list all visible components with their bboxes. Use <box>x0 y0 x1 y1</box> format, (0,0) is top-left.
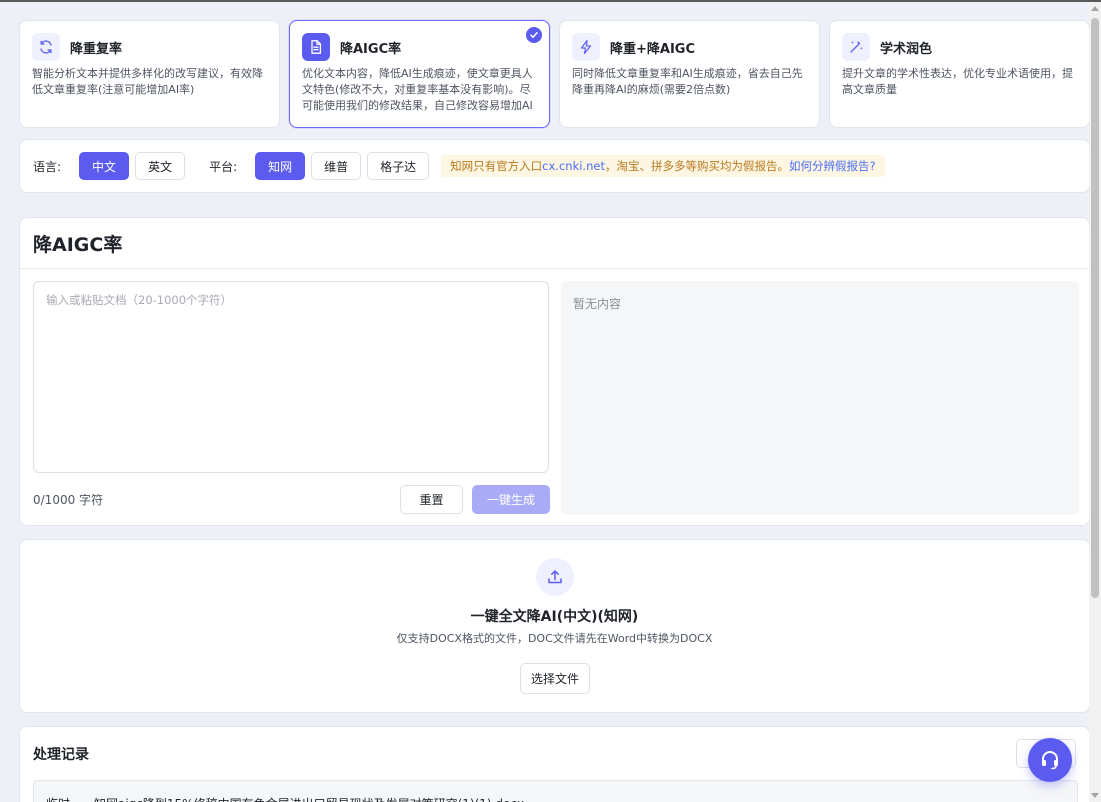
records-title: 处理记录 <box>33 747 89 763</box>
result-output: 暂无内容 <box>561 281 1079 515</box>
scrollbar-thumb[interactable] <box>1091 18 1099 598</box>
platform-option-vip[interactable]: 维普 <box>311 152 362 180</box>
page-scrollbar[interactable] <box>1089 2 1101 802</box>
scroll-up-icon[interactable] <box>1091 6 1099 11</box>
lightning-icon <box>572 33 600 61</box>
text-input[interactable]: 输入或粘贴文档（20-1000个字符） <box>33 281 549 473</box>
mode-card-desc: 同时降低文章重复率和AI生成痕迹，省去自己先降重再降AI的麻烦(需要2倍点数) <box>572 67 803 96</box>
notice-text-mid: ，淘宝、拼多多等购买均为假报告。 <box>604 159 789 173</box>
mode-card-academic-polish[interactable]: 学术润色 提升文章的学术性表达，优化专业术语使用，提高文章质量 <box>829 20 1090 128</box>
page-title: 降AIGC率 <box>20 218 1089 269</box>
selected-check-icon <box>526 27 542 43</box>
choose-file-button[interactable]: 选择文件 <box>520 663 590 694</box>
generate-button[interactable]: 一键生成 <box>472 485 550 514</box>
platform-label: 平台: <box>209 159 238 174</box>
language-option-chinese[interactable]: 中文 <box>79 152 130 180</box>
upload-panel: 一键全文降AI(中文)(知网) 仅支持DOCX格式的文件，DOC文件请先在Wor… <box>19 539 1090 713</box>
scroll-down-icon[interactable] <box>1091 793 1099 798</box>
upload-title: 一键全文降AI(中文)(知网) <box>470 609 639 625</box>
fake-report-help-link[interactable]: 如何分辨假报告? <box>789 158 876 174</box>
fake-report-notice: 知网只有官方入口 cx.cnki.net ，淘宝、拼多多等购买均为假报告。 如何… <box>441 155 885 177</box>
reset-button[interactable]: 重置 <box>400 485 463 514</box>
mode-card-reduce-duplication[interactable]: 降重复率 智能分析文本并提供多样化的改写建议，有效降低文章重复率(注意可能增加A… <box>19 20 280 128</box>
mode-card-title: 降重复率 <box>70 41 123 57</box>
mode-card-title: 降AIGC率 <box>340 41 402 57</box>
platform-option-cnki[interactable]: 知网 <box>255 152 306 180</box>
language-option-english[interactable]: 英文 <box>135 152 186 180</box>
char-counter: 0/1000 字符 <box>33 493 104 507</box>
refresh-icon <box>32 33 60 61</box>
record-item[interactable]: 临时——知网aigc降到15%修稿中国有色金属进出口贸易现状及发展对策研究(1)… <box>33 780 1078 802</box>
platform-option-gezida[interactable]: 格子达 <box>367 152 430 180</box>
mode-card-desc: 智能分析文本并提供多样化的改写建议，有效降低文章重复率(注意可能增加AI率) <box>32 67 263 96</box>
customer-support-button[interactable] <box>1028 738 1072 782</box>
mode-card-title: 学术润色 <box>880 41 933 57</box>
mode-cards: 降重复率 智能分析文本并提供多样化的改写建议，有效降低文章重复率(注意可能增加A… <box>19 20 1090 128</box>
mode-card-desc: 优化文本内容，降低AI生成痕迹，使文章更具人文特色(修改不大，对重复率基本没有影… <box>302 67 533 112</box>
magic-wand-icon <box>842 33 870 61</box>
mode-card-desc: 提升文章的学术性表达，优化专业术语使用，提高文章质量 <box>842 67 1073 96</box>
mode-card-reduce-both[interactable]: 降重+降AIGC 同时降低文章重复率和AI生成痕迹，省去自己先降重再降AI的麻烦… <box>559 20 820 128</box>
editor-panel: 降AIGC率 输入或粘贴文档（20-1000个字符） 暂无内容 0/1000 字… <box>19 217 1090 526</box>
options-bar: 语言: 中文 英文 平台: 知网 维普 格子达 知网只有官方入口 cx.cnki… <box>19 139 1090 193</box>
upload-subtitle: 仅支持DOCX格式的文件，DOC文件请先在Word中转换为DOCX <box>396 632 713 645</box>
records-panel: 处理记录 临时——知网aigc降到15%修稿中国有色金属进出口贸易现状及发展对策… <box>19 726 1090 802</box>
headset-icon <box>1042 751 1058 770</box>
language-label: 语言: <box>33 159 62 174</box>
window-top-border <box>0 0 1101 2</box>
mode-card-reduce-aigc[interactable]: 降AIGC率 优化文本内容，降低AI生成痕迹，使文章更具人文特色(修改不大，对重… <box>289 20 550 128</box>
notice-text-prefix: 知网只有官方入口 <box>450 159 543 173</box>
notice-url[interactable]: cx.cnki.net <box>542 159 605 173</box>
mode-card-title: 降重+降AIGC <box>610 41 696 57</box>
document-icon <box>302 33 330 61</box>
upload-icon <box>536 558 574 596</box>
